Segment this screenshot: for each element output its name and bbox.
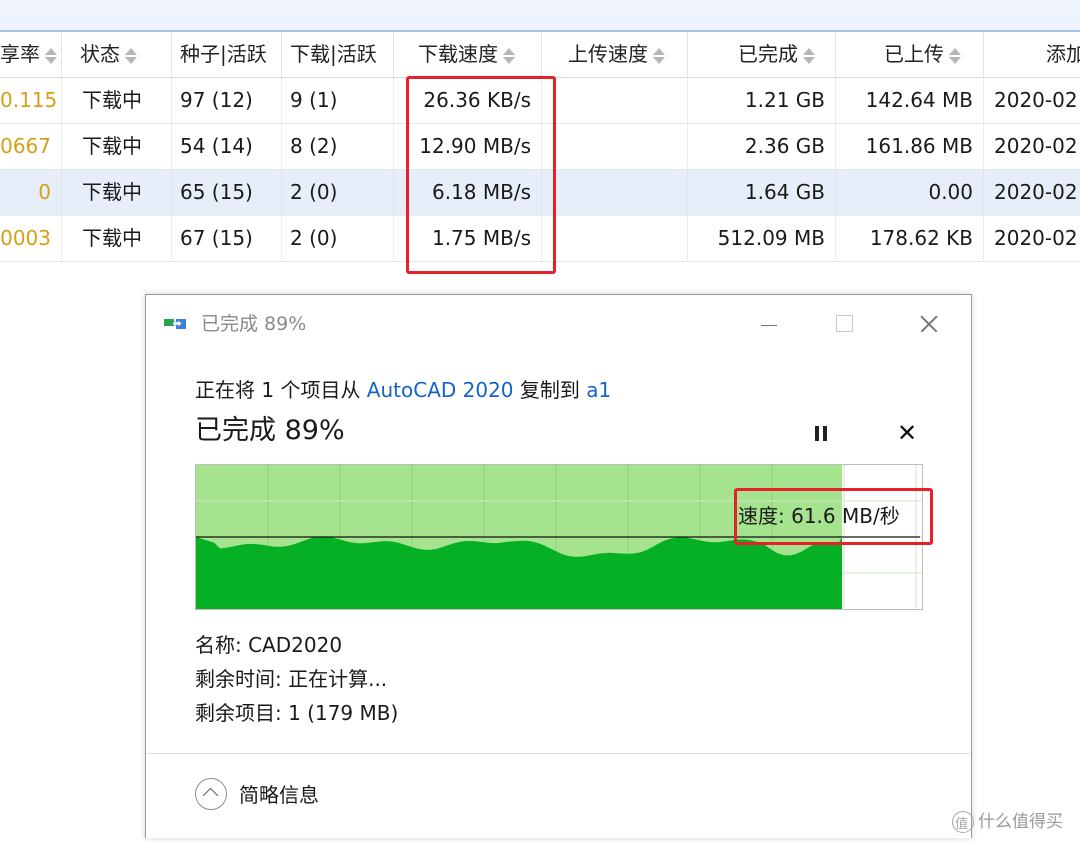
sort-arrows-icon	[44, 46, 58, 66]
maximize-button[interactable]	[821, 307, 867, 341]
minimize-button[interactable]	[746, 307, 792, 341]
upload-speed-cell	[542, 78, 688, 123]
uploaded-cell: 142.64 MB	[836, 78, 984, 123]
col-header-status[interactable]: 状态	[62, 32, 172, 77]
peers-cell: 2 (0)	[282, 216, 394, 261]
seeds-cell: 65 (15)	[172, 170, 282, 215]
added-cell: 2020-02	[994, 134, 1078, 158]
dialog-title: 已完成 89%	[201, 313, 307, 335]
col-header-upload-speed[interactable]: 上传速度	[542, 32, 688, 77]
fewer-details-label: 简略信息	[239, 783, 319, 807]
completed-cell: 512.09 MB	[688, 216, 836, 261]
seeds-cell: 97 (12)	[172, 78, 282, 123]
dialog-footer: 简略信息	[146, 753, 971, 838]
seeds-cell: 67 (15)	[172, 216, 282, 261]
download-speed-highlight	[406, 76, 556, 274]
uploaded-cell: 0.00	[836, 170, 984, 215]
sort-arrows-icon	[652, 46, 666, 66]
window-header-strip	[0, 0, 1080, 32]
col-header-completed[interactable]: 已完成	[688, 32, 836, 77]
added-cell: 2020-02	[994, 226, 1078, 250]
pause-button[interactable]	[806, 419, 836, 449]
sort-arrows-icon	[948, 46, 962, 66]
status-cell: 下载中	[62, 78, 172, 123]
ratio-cell: 0	[0, 170, 62, 215]
cancel-copy-button[interactable]: ✕	[891, 417, 923, 449]
peers-cell: 2 (0)	[282, 170, 394, 215]
added-cell: 2020-02	[994, 180, 1078, 204]
progress-percent-heading: 已完成 89%	[195, 415, 345, 446]
destination-folder-link[interactable]: a1	[586, 378, 611, 402]
file-copy-icon	[164, 319, 186, 329]
ratio-cell: 0.115	[0, 78, 62, 123]
chevron-up-icon	[195, 778, 227, 810]
time-remaining-line: 剩余时间: 正在计算...	[195, 667, 388, 691]
sort-arrows-icon	[502, 46, 516, 66]
seeds-cell: 54 (14)	[172, 124, 282, 169]
completed-cell: 1.21 GB	[688, 78, 836, 123]
close-button[interactable]	[906, 307, 952, 341]
uploaded-cell: 161.86 MB	[836, 124, 984, 169]
peers-cell: 9 (1)	[282, 78, 394, 123]
sort-arrows-icon	[124, 46, 138, 66]
completed-cell: 1.64 GB	[688, 170, 836, 215]
ratio-cell: 0003	[0, 216, 62, 261]
status-cell: 下载中	[62, 216, 172, 261]
copy-progress-dialog: 已完成 89% 正在将 1 个项目从 AutoCAD 2020 复制到 a1 已…	[145, 294, 972, 838]
upload-speed-cell	[542, 124, 688, 169]
status-cell: 下载中	[62, 124, 172, 169]
peers-cell: 8 (2)	[282, 124, 394, 169]
col-header-download-speed[interactable]: 下载速度	[394, 32, 542, 77]
site-watermark: 什么值得买	[952, 808, 1063, 839]
watermark-logo-icon	[952, 811, 974, 839]
speed-readout-highlight	[734, 488, 933, 545]
table-header: 享率 状态 种子|活跃 下载|活跃 下载速度 上传速度 已完成 已上传 添加	[0, 32, 1080, 78]
items-remaining-line: 剩余项目: 1 (179 MB)	[195, 701, 399, 725]
added-cell: 2020-02	[994, 88, 1078, 112]
sort-arrows-icon	[802, 46, 816, 66]
upload-speed-cell	[542, 216, 688, 261]
source-folder-link[interactable]: AutoCAD 2020	[367, 378, 514, 402]
upload-speed-cell	[542, 170, 688, 215]
ratio-cell: 0667	[0, 124, 62, 169]
file-name-line: 名称: CAD2020	[195, 633, 343, 657]
copy-description: 正在将 1 个项目从 AutoCAD 2020 复制到 a1	[195, 378, 612, 402]
col-header-added[interactable]: 添加	[984, 32, 1080, 77]
dialog-titlebar: 已完成 89%	[146, 295, 971, 353]
uploaded-cell: 178.62 KB	[836, 216, 984, 261]
status-cell: 下载中	[62, 170, 172, 215]
speed-history-fill	[196, 536, 842, 609]
col-header-peers[interactable]: 下载|活跃	[282, 32, 394, 77]
col-header-seeds[interactable]: 种子|活跃	[172, 32, 282, 77]
col-header-ratio[interactable]: 享率	[0, 32, 62, 77]
completed-cell: 2.36 GB	[688, 124, 836, 169]
col-header-uploaded[interactable]: 已上传	[836, 32, 984, 77]
